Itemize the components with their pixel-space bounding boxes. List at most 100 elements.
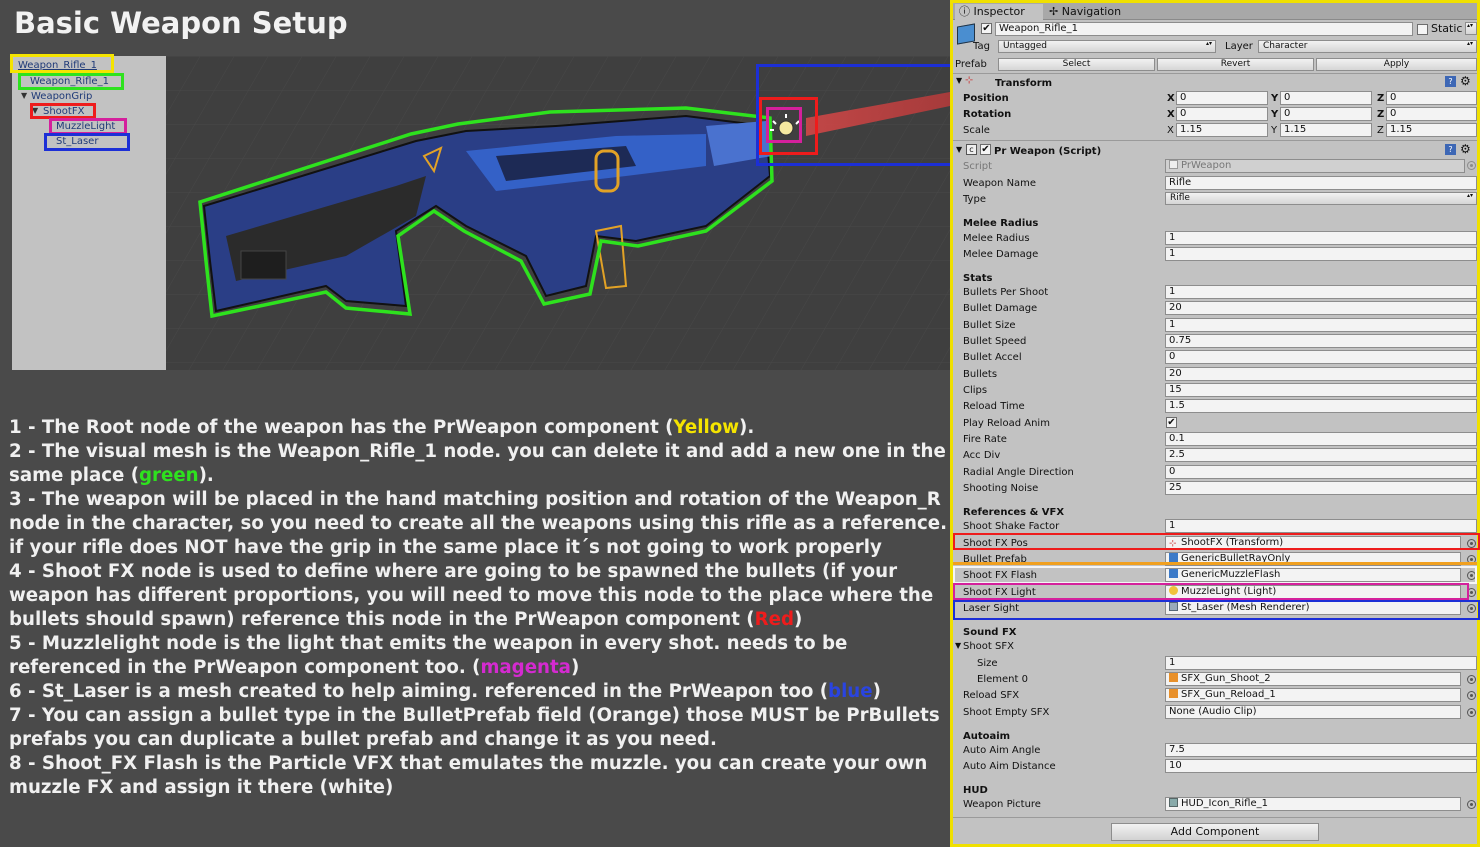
object-picker-icon[interactable] bbox=[1467, 604, 1476, 613]
shoot-shake-field[interactable]: 1 bbox=[1165, 519, 1477, 533]
shoot-fx-flash-field[interactable]: GenericMuzzleFlash bbox=[1165, 568, 1461, 582]
bullet-speed-field[interactable]: 0.75 bbox=[1165, 334, 1477, 348]
clips-field[interactable]: 15 bbox=[1165, 383, 1477, 397]
gear-icon[interactable]: ⚙ bbox=[1460, 74, 1471, 88]
bullets-field[interactable]: 20 bbox=[1165, 367, 1477, 381]
acc-div-field[interactable]: 2.5 bbox=[1165, 448, 1477, 462]
active-checkbox[interactable]: ✔ bbox=[981, 23, 992, 34]
scale-x-field[interactable]: 1.15 bbox=[1176, 123, 1268, 137]
hierarchy-node-st-laser[interactable]: St_Laser bbox=[56, 136, 98, 148]
shoot-fx-light-field[interactable]: MuzzleLight (Light) bbox=[1165, 585, 1461, 599]
melee-header: Melee Radius bbox=[963, 218, 1039, 229]
scale-y-label[interactable]: Y bbox=[1271, 124, 1277, 137]
position-y-field[interactable]: 0 bbox=[1280, 91, 1372, 105]
foldout-arrow-icon[interactable]: ▼ bbox=[956, 76, 962, 85]
object-picker-icon[interactable] bbox=[1467, 691, 1476, 700]
element-0-field[interactable]: SFX_Gun_Shoot_2 bbox=[1165, 672, 1461, 686]
tag-dropdown[interactable]: Untagged bbox=[998, 40, 1216, 53]
tab-inspector[interactable]: ⓘ Inspector bbox=[955, 4, 1043, 20]
prefab-revert-button[interactable]: Revert bbox=[1157, 58, 1314, 71]
bullet-size-field[interactable]: 1 bbox=[1165, 318, 1477, 332]
type-dropdown[interactable]: Rifle bbox=[1165, 192, 1477, 205]
bullet-accel-label: Bullet Accel bbox=[963, 352, 1022, 363]
bullet-accel-field[interactable]: 0 bbox=[1165, 350, 1477, 364]
auto-aim-angle-label: Auto Aim Angle bbox=[963, 745, 1041, 756]
hierarchy-node-muzzlelight[interactable]: MuzzleLight bbox=[56, 121, 115, 133]
object-picker-icon[interactable] bbox=[1467, 539, 1476, 548]
help-icon[interactable]: ? bbox=[1445, 144, 1456, 155]
shoot-fx-pos-field[interactable]: ⊹ ShootFX (Transform) bbox=[1165, 536, 1461, 550]
rotation-x-label[interactable]: X bbox=[1167, 108, 1175, 121]
layer-dropdown[interactable]: Character bbox=[1258, 40, 1477, 53]
shooting-noise-field[interactable]: 25 bbox=[1165, 481, 1477, 495]
reload-time-field[interactable]: 1.5 bbox=[1165, 399, 1477, 413]
shoot-empty-sfx-field[interactable]: None (Audio Clip) bbox=[1165, 705, 1461, 719]
expand-arrow-icon[interactable]: ▼ bbox=[32, 106, 38, 115]
scene-viewport[interactable] bbox=[166, 56, 950, 370]
foldout-arrow-icon[interactable]: ▼ bbox=[955, 641, 961, 650]
bullets-per-shoot-field[interactable]: 1 bbox=[1165, 285, 1477, 299]
rotation-y-label[interactable]: Y bbox=[1271, 108, 1278, 121]
weapon-picture-field[interactable]: HUD_Icon_Rifle_1 bbox=[1165, 797, 1461, 811]
hierarchy-node-weapon-rifle-mesh[interactable]: Weapon_Rifle_1 bbox=[30, 76, 109, 88]
melee-damage-field[interactable]: 1 bbox=[1165, 247, 1477, 261]
fire-rate-field[interactable]: 0.1 bbox=[1165, 432, 1477, 446]
position-z-label[interactable]: Z bbox=[1377, 92, 1384, 105]
scale-label: Scale bbox=[963, 125, 990, 136]
position-x-field[interactable]: 0 bbox=[1176, 91, 1268, 105]
object-picker-icon[interactable] bbox=[1467, 800, 1476, 809]
script-enabled-checkbox[interactable]: ✔ bbox=[980, 144, 991, 155]
position-x-label[interactable]: X bbox=[1167, 92, 1175, 105]
expand-arrow-icon[interactable]: ▼ bbox=[21, 91, 27, 100]
scale-z-field[interactable]: 1.15 bbox=[1386, 123, 1477, 137]
size-field[interactable]: 1 bbox=[1165, 656, 1477, 670]
radial-angle-field[interactable]: 0 bbox=[1165, 465, 1477, 479]
instruction-8: 8 - Shoot_FX Flash is the Particle VFX t… bbox=[9, 753, 928, 798]
prefab-select-button[interactable]: Select bbox=[998, 58, 1155, 71]
hierarchy-node-shootfx[interactable]: ShootFX bbox=[43, 106, 84, 118]
tab-navigation[interactable]: ✢ Navigation bbox=[1045, 4, 1135, 20]
tag-label: Tag bbox=[973, 41, 990, 52]
shoot-shake-label: Shoot Shake Factor bbox=[963, 521, 1060, 532]
play-reload-anim-checkbox[interactable]: ✔ bbox=[1166, 417, 1177, 428]
reload-sfx-label: Reload SFX bbox=[963, 690, 1020, 701]
rotation-x-field[interactable]: 0 bbox=[1176, 107, 1268, 121]
prefab-apply-button[interactable]: Apply bbox=[1316, 58, 1477, 71]
melee-radius-field[interactable]: 1 bbox=[1165, 231, 1477, 245]
object-picker-icon[interactable] bbox=[1467, 161, 1476, 170]
hierarchy-node-weapon-rifle-root[interactable]: Weapon_Rifle_1 bbox=[18, 60, 97, 72]
bullet-damage-field[interactable]: 20 bbox=[1165, 301, 1477, 315]
position-z-field[interactable]: 0 bbox=[1386, 91, 1477, 105]
auto-aim-angle-field[interactable]: 7.5 bbox=[1165, 743, 1477, 757]
scale-y-field[interactable]: 1.15 bbox=[1280, 123, 1372, 137]
weapon-name-field[interactable]: Rifle bbox=[1165, 176, 1477, 190]
auto-aim-distance-field[interactable]: 10 bbox=[1165, 759, 1477, 773]
rotation-z-field[interactable]: 0 bbox=[1386, 107, 1477, 121]
object-picker-icon[interactable] bbox=[1467, 588, 1476, 597]
gear-icon[interactable]: ⚙ bbox=[1460, 142, 1471, 156]
laser-sight-field[interactable]: St_Laser (Mesh Renderer) bbox=[1165, 601, 1461, 615]
reload-sfx-field[interactable]: SFX_Gun_Reload_1 bbox=[1165, 688, 1461, 702]
shoot-sfx-label[interactable]: Shoot SFX bbox=[963, 640, 1014, 653]
static-dropdown[interactable] bbox=[1465, 22, 1477, 35]
object-picker-icon[interactable] bbox=[1467, 675, 1476, 684]
foldout-arrow-icon[interactable]: ▼ bbox=[956, 145, 962, 154]
object-picker-icon[interactable] bbox=[1467, 708, 1476, 717]
scale-x-label[interactable]: X bbox=[1167, 124, 1174, 137]
static-checkbox[interactable] bbox=[1417, 24, 1428, 35]
rotation-z-label[interactable]: Z bbox=[1377, 108, 1384, 121]
page-title: Basic Weapon Setup bbox=[14, 6, 348, 40]
scale-z-label[interactable]: Z bbox=[1377, 124, 1384, 137]
shoot-fx-flash-label: Shoot FX Flash bbox=[963, 570, 1038, 581]
object-picker-icon[interactable] bbox=[1467, 571, 1476, 580]
position-y-label[interactable]: Y bbox=[1271, 92, 1278, 105]
shoot-empty-sfx-label: Shoot Empty SFX bbox=[963, 707, 1050, 718]
rotation-y-field[interactable]: 0 bbox=[1280, 107, 1372, 121]
melee-damage-label: Melee Damage bbox=[963, 249, 1039, 260]
object-name-field[interactable]: Weapon_Rifle_1 bbox=[995, 22, 1413, 36]
add-component-button[interactable]: Add Component bbox=[1111, 823, 1319, 841]
hierarchy-node-weapongrip[interactable]: WeaponGrip bbox=[31, 91, 92, 103]
help-icon[interactable]: ? bbox=[1445, 76, 1456, 87]
acc-div-label: Acc Div bbox=[963, 450, 1001, 461]
instructions-text: 1 - The Root node of the weapon has the … bbox=[9, 416, 949, 800]
